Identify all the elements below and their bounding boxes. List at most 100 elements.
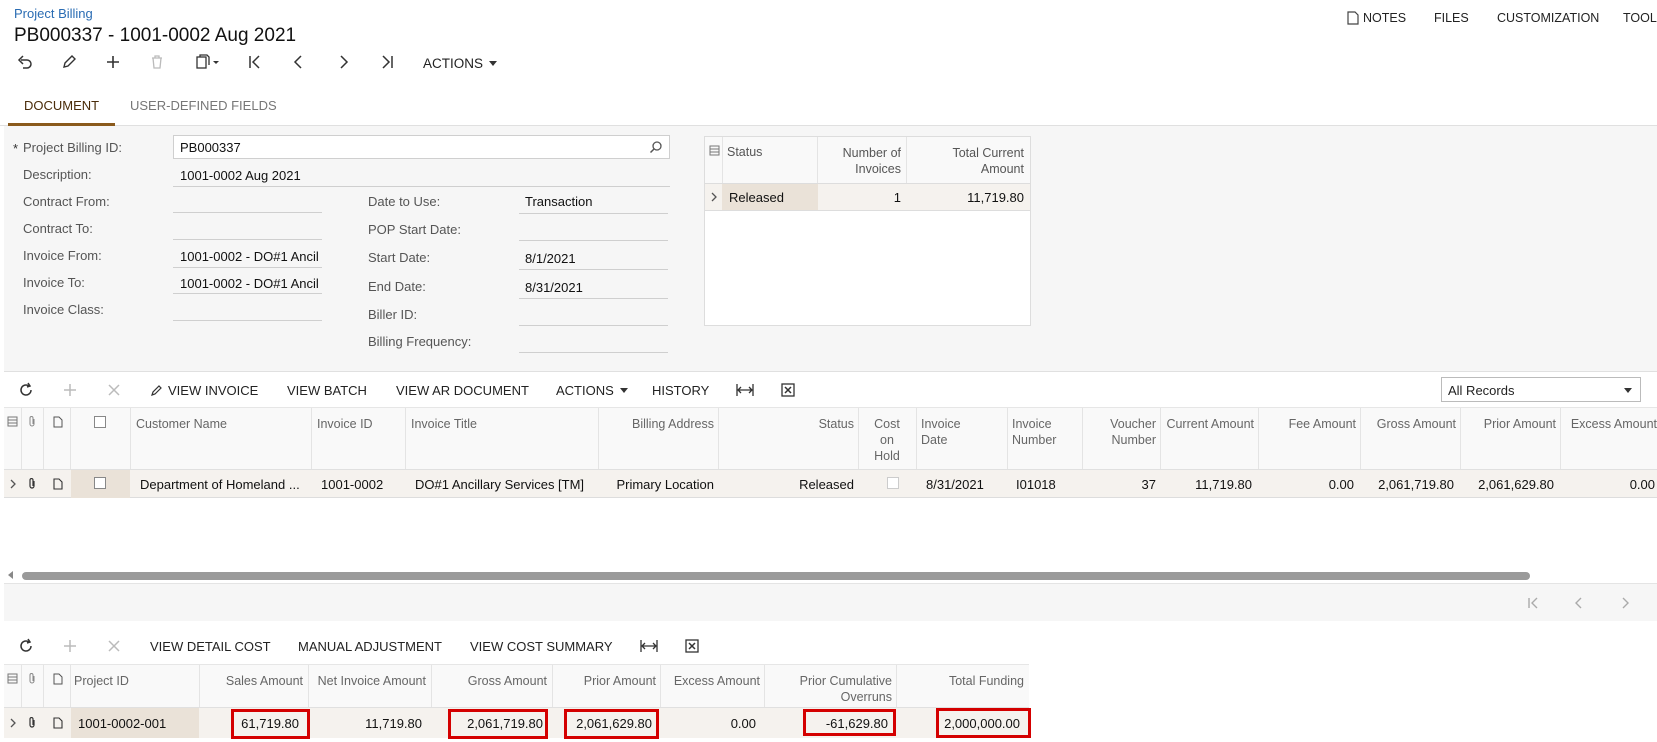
prior-amount-cell[interactable]: 2,061,629.80 [1464, 477, 1554, 492]
expand-row-icon[interactable] [9, 479, 17, 489]
invoice-to-field[interactable]: 1001-0002 - DO#1 Ancil [180, 276, 320, 291]
next-page-icon[interactable] [1618, 596, 1632, 610]
excess-amount-column-header[interactable]: Excess Amount [664, 673, 760, 689]
gross-amount-cell[interactable]: 2,061,719.80 [1364, 477, 1454, 492]
prior-amount-column-header[interactable]: Prior Amount [1464, 416, 1556, 432]
scroll-left-icon[interactable] [7, 571, 15, 579]
invoice-number-cell[interactable]: I01018 [1016, 477, 1056, 492]
net-invoice-amount-column-header[interactable]: Net Invoice Amount [312, 673, 426, 689]
cost-on-hold-column-header[interactable]: Cost on Hold [862, 416, 912, 464]
copy-paste-icon[interactable] [189, 50, 225, 74]
previous-record-icon[interactable] [287, 50, 311, 74]
invoice-date-column-header[interactable]: Invoice Date [921, 416, 976, 448]
invoice-date-cell[interactable]: 8/31/2021 [926, 477, 984, 492]
total-funding-column-header[interactable]: Total Funding [900, 673, 1024, 689]
delete-row-icon[interactable] [106, 382, 122, 398]
grid-settings-icon[interactable] [7, 673, 18, 684]
refresh-icon[interactable] [18, 638, 34, 654]
status-cell[interactable]: Released [722, 477, 854, 492]
view-detail-cost-button[interactable]: VIEW DETAIL COST [150, 639, 271, 654]
table-row[interactable]: Department of Homeland ... 1001-0002 DO#… [4, 470, 1657, 498]
notes-button[interactable]: NOTES [1347, 11, 1406, 25]
current-amount-cell[interactable]: 11,719.80 [1164, 477, 1252, 492]
end-date-field[interactable]: 8/31/2021 [525, 280, 583, 295]
invoice-id-column-header[interactable]: Invoice ID [317, 416, 373, 432]
status-column-header[interactable]: Status [727, 145, 762, 159]
history-button[interactable]: HISTORY [652, 383, 709, 398]
project-billing-id-field[interactable]: PB000337 [173, 135, 670, 159]
voucher-number-column-header[interactable]: Voucher Number [1086, 416, 1156, 448]
view-cost-summary-button[interactable]: VIEW COST SUMMARY [470, 639, 613, 654]
expand-row-icon[interactable] [9, 718, 17, 728]
row-select-checkbox[interactable] [94, 477, 106, 489]
excess-amount-cell[interactable]: 0.00 [664, 716, 756, 731]
refresh-icon[interactable] [18, 382, 34, 398]
customization-button[interactable]: CUSTOMIZATION [1497, 11, 1599, 25]
invoice-from-field[interactable]: 1001-0002 - DO#1 Ancil [180, 249, 320, 264]
customer-name-column-header[interactable]: Customer Name [136, 416, 227, 432]
excess-amount-cell[interactable]: 0.00 [1564, 477, 1655, 492]
excess-amount-column-header[interactable]: Excess Amount [1564, 416, 1657, 432]
note-icon[interactable] [53, 717, 63, 729]
tab-document[interactable]: DOCUMENT [24, 98, 99, 113]
project-id-cell[interactable]: 1001-0002-001 [78, 716, 166, 731]
delete-row-icon[interactable] [106, 638, 122, 654]
attachment-icon[interactable] [27, 478, 37, 490]
manual-adjustment-button[interactable]: MANUAL ADJUSTMENT [298, 639, 442, 654]
cost-on-hold-checkbox[interactable] [887, 477, 899, 489]
first-page-icon[interactable] [1526, 596, 1540, 610]
add-icon[interactable] [101, 50, 125, 74]
invoice-title-cell[interactable]: DO#1 Ancillary Services [TM] [415, 477, 584, 492]
edit-icon[interactable] [57, 50, 81, 74]
fee-amount-cell[interactable]: 0.00 [1262, 477, 1354, 492]
project-id-column-header[interactable]: Project ID [74, 673, 129, 689]
voucher-number-cell[interactable]: 37 [1086, 477, 1156, 492]
customer-name-cell[interactable]: Department of Homeland ... [140, 477, 308, 492]
fee-amount-column-header[interactable]: Fee Amount [1262, 416, 1356, 432]
next-record-icon[interactable] [331, 50, 355, 74]
last-record-icon[interactable] [375, 50, 399, 74]
gross-amount-column-header[interactable]: Gross Amount [1364, 416, 1456, 432]
export-excel-icon[interactable] [685, 639, 699, 653]
prior-amount-column-header[interactable]: Prior Amount [556, 673, 656, 689]
invoice-number-column-header[interactable]: Invoice Number [1012, 416, 1072, 448]
actions-menu-grid[interactable]: ACTIONS [556, 383, 628, 398]
delete-icon[interactable] [145, 50, 169, 74]
breadcrumb[interactable]: Project Billing [14, 6, 93, 21]
number-of-invoices-cell[interactable]: 1 [821, 190, 901, 205]
date-to-use-field[interactable]: Transaction [525, 194, 592, 209]
billing-address-column-header[interactable]: Billing Address [602, 416, 714, 432]
files-button[interactable]: FILES [1434, 11, 1469, 25]
table-row[interactable]: Released 1 11,719.80 [705, 183, 1030, 211]
net-invoice-amount-cell[interactable]: 11,719.80 [312, 716, 422, 731]
actions-menu[interactable]: ACTIONS [423, 56, 498, 71]
records-filter-select[interactable]: All Records [1441, 377, 1641, 402]
first-record-icon[interactable] [243, 50, 267, 74]
select-all-checkbox[interactable] [94, 416, 106, 428]
fit-columns-icon[interactable] [640, 639, 658, 653]
invoice-title-column-header[interactable]: Invoice Title [411, 416, 477, 432]
start-date-field[interactable]: 8/1/2021 [525, 251, 576, 266]
previous-page-icon[interactable] [1572, 596, 1586, 610]
current-amount-column-header[interactable]: Current Amount [1164, 416, 1254, 432]
undo-icon[interactable] [13, 50, 37, 74]
tab-user-defined-fields[interactable]: USER-DEFINED FIELDS [130, 98, 277, 113]
view-invoice-button[interactable]: VIEW INVOICE [150, 383, 258, 398]
horizontal-scrollbar[interactable] [22, 572, 1530, 580]
grid-settings-icon[interactable] [7, 416, 18, 427]
note-icon[interactable] [53, 478, 63, 490]
export-excel-icon[interactable] [781, 383, 795, 397]
billing-address-cell[interactable]: Primary Location [602, 477, 714, 492]
grid-settings-icon[interactable] [709, 145, 720, 156]
invoice-id-cell[interactable]: 1001-0002 [321, 477, 383, 492]
add-row-icon[interactable] [62, 382, 78, 398]
search-icon[interactable] [649, 140, 663, 154]
view-ar-document-button[interactable]: VIEW AR DOCUMENT [396, 383, 529, 398]
tools-button[interactable]: TOOL [1623, 11, 1657, 25]
gross-amount-column-header[interactable]: Gross Amount [435, 673, 547, 689]
total-current-amount-cell[interactable]: 11,719.80 [911, 190, 1024, 205]
prior-cumulative-overruns-column-header[interactable]: Prior Cumulative Overruns [768, 673, 892, 705]
total-current-amount-column-header[interactable]: Total Current Amount [911, 145, 1024, 177]
sales-amount-column-header[interactable]: Sales Amount [203, 673, 303, 689]
view-batch-button[interactable]: VIEW BATCH [287, 383, 367, 398]
